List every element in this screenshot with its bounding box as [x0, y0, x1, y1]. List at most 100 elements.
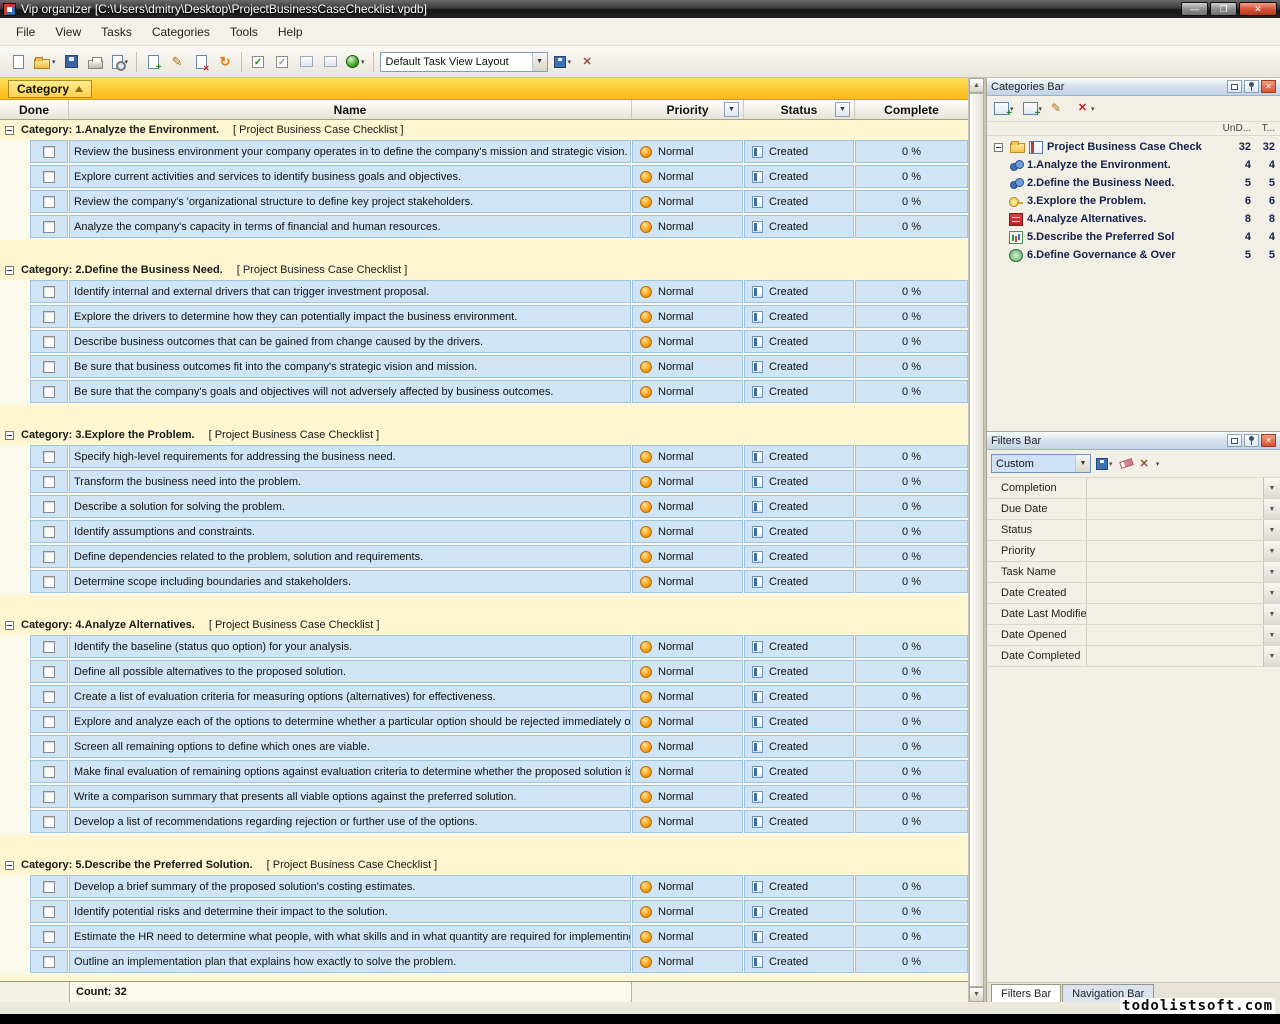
category-tree-item[interactable]: 2.Define the Business Need.55 [987, 174, 1280, 192]
collapse-expander-icon[interactable] [5, 431, 14, 440]
filter-dropdown-button[interactable]: ▼ [1263, 499, 1280, 519]
filter-value[interactable] [1087, 541, 1263, 561]
panel-pin-button[interactable] [1244, 434, 1259, 447]
task-done-checkbox[interactable] [43, 361, 55, 373]
delete-task-button[interactable] [189, 50, 213, 74]
task-done-checkbox[interactable] [43, 196, 55, 208]
column-header-name[interactable]: Name [69, 100, 632, 119]
add-subcategory-button[interactable]: ▾ [1020, 98, 1046, 120]
task-done-checkbox[interactable] [43, 336, 55, 348]
filter-row[interactable]: Task Name▼ [987, 562, 1280, 583]
task-row[interactable]: Transform the business need into the pro… [0, 470, 968, 493]
category-tree-item[interactable]: 1.Analyze the Environment.44 [987, 156, 1280, 174]
filter-value[interactable] [1087, 604, 1263, 624]
mark-undone-button[interactable]: ✓ [270, 50, 294, 74]
panel-pin-button[interactable] [1244, 80, 1259, 93]
task-done-checkbox[interactable] [43, 221, 55, 233]
category-tree-item[interactable]: 4.Analyze Alternatives.88 [987, 210, 1280, 228]
task-row[interactable]: Identify assumptions and constraints.Nor… [0, 520, 968, 543]
task-done-checkbox[interactable] [43, 691, 55, 703]
save-filter-button[interactable]: ▾ [1094, 453, 1115, 475]
task-done-checkbox[interactable] [43, 931, 55, 943]
task-row[interactable]: Create a list of evaluation criteria for… [0, 685, 968, 708]
task-done-checkbox[interactable] [43, 576, 55, 588]
task-done-checkbox[interactable] [43, 816, 55, 828]
scrollbar-thumb[interactable] [969, 93, 984, 987]
task-done-checkbox[interactable] [43, 551, 55, 563]
task-row[interactable]: Outline an implementation plan that expl… [0, 950, 968, 973]
vertical-scrollbar[interactable]: ▲ ▼ [968, 78, 984, 1002]
category-tree-item[interactable]: 3.Explore the Problem.66 [987, 192, 1280, 210]
filter-dropdown-button[interactable]: ▼ [1263, 583, 1280, 603]
category-group-row[interactable]: Category: 4.Analyze Alternatives.[ Proje… [0, 615, 968, 635]
task-row[interactable]: Define all possible alternatives to the … [0, 660, 968, 683]
task-row[interactable]: Describe business outcomes that can be g… [0, 330, 968, 353]
column-header-priority[interactable]: Priority ▼ [632, 100, 744, 119]
task-done-checkbox[interactable] [43, 906, 55, 918]
task-done-checkbox[interactable] [43, 286, 55, 298]
task-row[interactable]: Analyze the company's capacity in terms … [0, 215, 968, 238]
task-done-checkbox[interactable] [43, 501, 55, 513]
task-done-checkbox[interactable] [43, 881, 55, 893]
add-category-button[interactable]: ▾ [991, 98, 1017, 120]
minimize-button[interactable]: — [1181, 2, 1208, 16]
category-tree-item[interactable]: 5.Describe the Preferred Sol44 [987, 228, 1280, 246]
save-button[interactable] [60, 50, 84, 74]
task-row[interactable]: Specify high-level requirements for addr… [0, 445, 968, 468]
column-header-done[interactable]: Done [0, 100, 69, 119]
task-row[interactable]: Review the business environment your com… [0, 140, 968, 163]
category-group-row[interactable]: Category: 1.Analyze the Environment.[ Pr… [0, 120, 968, 140]
task-done-checkbox[interactable] [43, 451, 55, 463]
expand-all-button[interactable] [294, 50, 318, 74]
new-file-button[interactable] [6, 50, 30, 74]
task-done-checkbox[interactable] [43, 766, 55, 778]
task-row[interactable]: Screen all remaining options to define w… [0, 735, 968, 758]
layout-combo[interactable]: Default Task View Layout ▼ [380, 52, 548, 72]
collapse-expander-icon[interactable] [5, 861, 14, 870]
filter-row[interactable]: Status▼ [987, 520, 1280, 541]
task-done-checkbox[interactable] [43, 791, 55, 803]
task-row[interactable]: Identify internal and external drivers t… [0, 280, 968, 303]
collapse-expander-icon[interactable] [5, 266, 14, 275]
save-layout-button[interactable]: ▾ [550, 50, 576, 74]
panel-restore-button[interactable] [1227, 434, 1242, 447]
task-done-checkbox[interactable] [43, 716, 55, 728]
task-row[interactable]: Develop a brief summary of the proposed … [0, 875, 968, 898]
task-done-checkbox[interactable] [43, 311, 55, 323]
column-header-status[interactable]: Status ▼ [744, 100, 855, 119]
category-group-row[interactable]: Category: 3.Explore the Problem.[ Projec… [0, 425, 968, 445]
filter-dropdown-button[interactable]: ▼ [1263, 478, 1280, 498]
sync-button[interactable]: ▾ [342, 50, 369, 74]
task-row[interactable]: Review the company's 'organizational str… [0, 190, 968, 213]
priority-filter-button[interactable]: ▼ [724, 102, 739, 117]
filter-value[interactable] [1087, 499, 1263, 519]
filter-row[interactable]: Date Created▼ [987, 583, 1280, 604]
combo-dropdown-icon[interactable]: ▼ [532, 53, 547, 71]
menu-view[interactable]: View [45, 21, 91, 43]
task-row[interactable]: Write a comparison summary that presents… [0, 785, 968, 808]
filter-row[interactable]: Date Opened▼ [987, 625, 1280, 646]
scroll-up-button[interactable]: ▲ [969, 78, 984, 93]
filter-row[interactable]: Priority▼ [987, 541, 1280, 562]
edit-category-button[interactable]: ✎ [1048, 98, 1069, 120]
category-tree-item[interactable]: 6.Define Governance & Over55 [987, 246, 1280, 264]
menu-tasks[interactable]: Tasks [91, 21, 142, 43]
task-done-checkbox[interactable] [43, 526, 55, 538]
panel-close-button[interactable]: ✕ [1261, 434, 1276, 447]
delete-layout-button[interactable]: ✕ [575, 50, 599, 74]
filter-value[interactable] [1087, 562, 1263, 582]
task-done-checkbox[interactable] [43, 146, 55, 158]
refresh-button[interactable]: ↻ [213, 50, 237, 74]
collapse-expander-icon[interactable] [5, 621, 14, 630]
filter-value[interactable] [1087, 520, 1263, 540]
filter-dropdown-button[interactable]: ▼ [1263, 562, 1280, 582]
filter-dropdown-button[interactable]: ▼ [1263, 520, 1280, 540]
category-group-row[interactable]: Category: 5.Describe the Preferred Solut… [0, 855, 968, 875]
task-row[interactable]: Be sure that business outcomes fit into … [0, 355, 968, 378]
combo-dropdown-icon[interactable]: ▼ [1075, 455, 1090, 472]
filter-value[interactable] [1087, 646, 1263, 666]
filter-value[interactable] [1087, 478, 1263, 498]
open-file-button[interactable]: ▾ [30, 50, 60, 74]
category-group-row[interactable]: Category: 2.Define the Business Need.[ P… [0, 260, 968, 280]
task-row[interactable]: Determine scope including boundaries and… [0, 570, 968, 593]
